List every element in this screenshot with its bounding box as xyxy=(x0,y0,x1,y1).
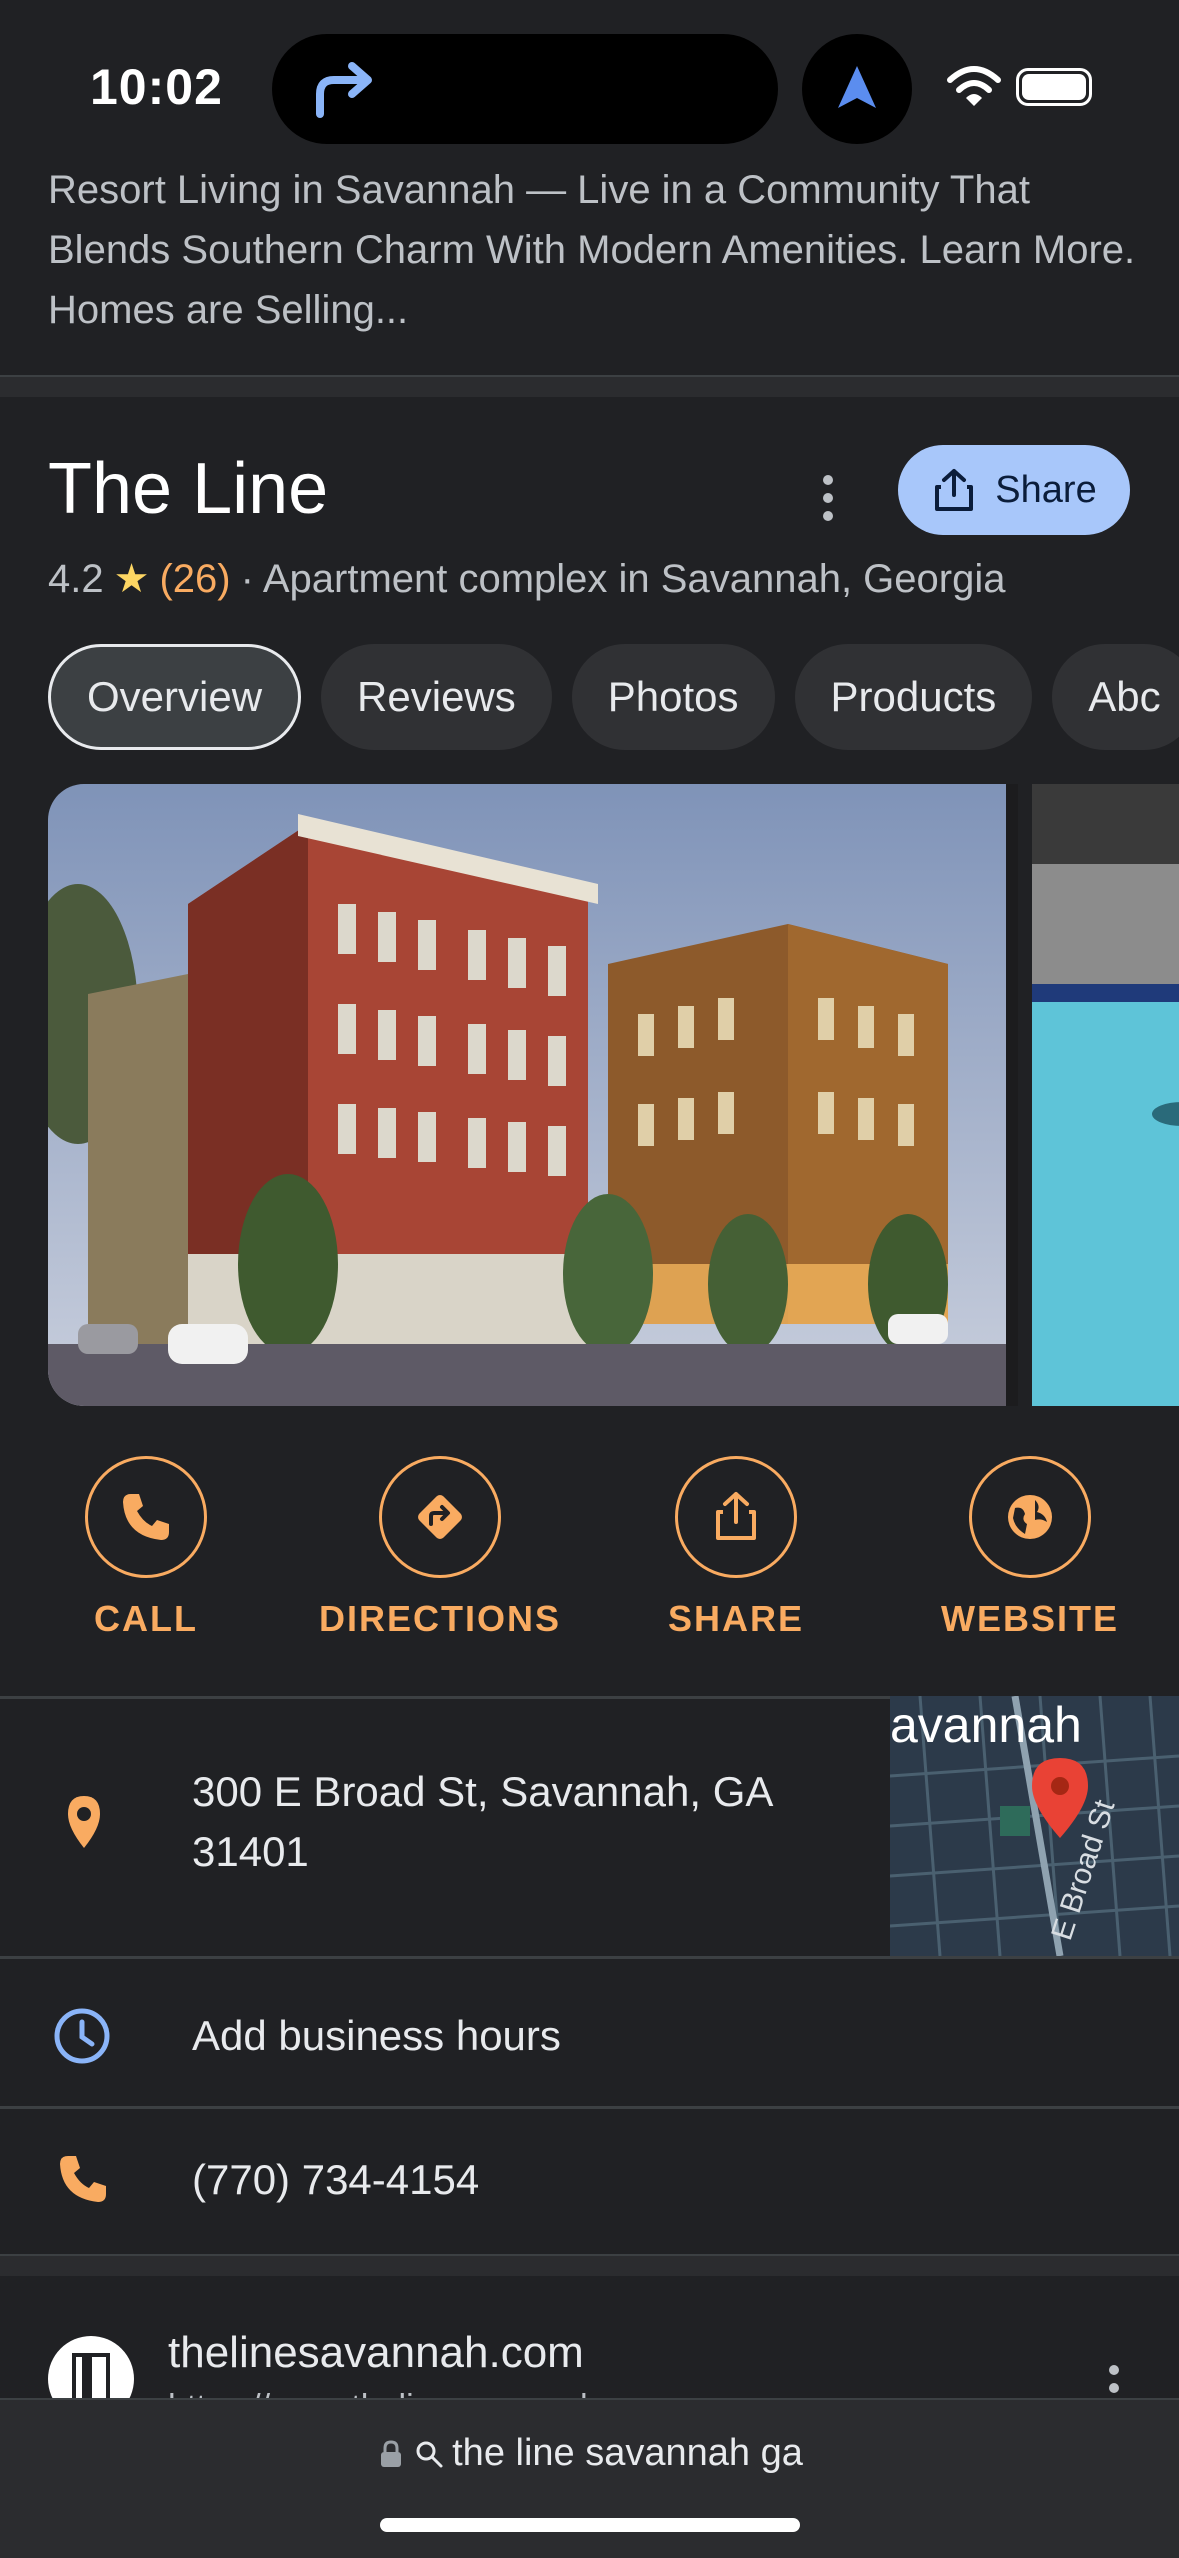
map-city-label: avannah xyxy=(890,1697,1082,1753)
globe-icon xyxy=(1008,1495,1052,1539)
ad-snippet[interactable]: Resort Living in Savannah — Live in a Co… xyxy=(48,160,1138,340)
clock-icon xyxy=(54,2008,110,2064)
wifi-icon xyxy=(947,66,1001,106)
review-count-link[interactable]: (26) xyxy=(159,557,230,602)
section-divider xyxy=(0,2254,1179,2276)
divider xyxy=(0,1956,1179,1959)
call-action[interactable]: CALL xyxy=(16,1456,276,1640)
share-action[interactable]: SHARE xyxy=(606,1456,866,1640)
location-pin-icon xyxy=(68,1796,100,1848)
building-photo[interactable] xyxy=(48,784,1018,1406)
place-category: · Apartment complex in Savannah, Georgia xyxy=(240,556,1006,601)
phone-icon xyxy=(60,2156,106,2202)
share-button-label: Share xyxy=(995,468,1097,511)
share-button[interactable]: Share xyxy=(898,445,1130,535)
battery-icon xyxy=(1016,68,1092,106)
section-divider xyxy=(0,375,1179,397)
status-time: 10:02 xyxy=(90,59,223,115)
directions-label: DIRECTIONS xyxy=(318,1598,561,1639)
address-line-2: 31401 xyxy=(192,1828,309,1875)
navigation-arrow-icon xyxy=(838,66,876,108)
browser-bottom-bar xyxy=(0,2398,1179,2558)
search-query: the line savannah ga xyxy=(452,2432,803,2474)
pool-photo[interactable] xyxy=(1032,784,1179,1406)
lock-icon xyxy=(381,2439,402,2467)
website-label: WEBSITE xyxy=(940,1598,1119,1639)
mini-map[interactable]: avannah E Broad St xyxy=(890,1696,1179,1956)
more-options-icon[interactable] xyxy=(800,470,856,526)
rating-value: 4.2 xyxy=(48,556,104,601)
tab-about[interactable]: Abc xyxy=(1052,644,1179,750)
directions-icon xyxy=(418,1495,462,1539)
add-business-hours[interactable]: Add business hours xyxy=(192,2006,561,2066)
search-icon xyxy=(416,2441,443,2467)
divider xyxy=(0,2106,1179,2109)
address-line-1: 300 E Broad St, Savannah, GA xyxy=(192,1768,774,1815)
call-label: CALL xyxy=(94,1598,198,1639)
turn-right-arrow-icon xyxy=(316,62,372,118)
rating-row: 4.2 ★ (26) · Apartment complex in Savann… xyxy=(48,556,1005,602)
site-name-link[interactable]: thelinesavannah.com xyxy=(168,2328,584,2378)
place-title: The Line xyxy=(48,449,329,529)
home-indicator[interactable] xyxy=(380,2518,800,2532)
address[interactable]: 300 E Broad St, Savannah, GA 31401 xyxy=(192,1762,852,1882)
share-icon xyxy=(716,1492,756,1540)
share-label: SHARE xyxy=(667,1598,805,1639)
website-action[interactable]: WEBSITE xyxy=(900,1456,1160,1640)
address-bar[interactable]: the line savannah ga xyxy=(0,2432,1179,2475)
tab-photos[interactable]: Photos xyxy=(571,644,775,750)
tab-reviews[interactable]: Reviews xyxy=(321,644,552,750)
phone-icon xyxy=(123,1494,169,1540)
phone-number[interactable]: (770) 734-4154 xyxy=(192,2150,479,2210)
share-icon xyxy=(935,469,974,511)
tab-bar: Overview Reviews Photos Products Abc xyxy=(48,644,1179,754)
tab-products[interactable]: Products xyxy=(794,644,1033,750)
directions-action[interactable]: DIRECTIONS xyxy=(310,1456,570,1640)
tab-overview[interactable]: Overview xyxy=(48,644,302,750)
action-buttons: CALL DIRECTIONS SHARE WEBSITE xyxy=(0,1456,1179,1646)
star-icon: ★ xyxy=(113,557,150,601)
